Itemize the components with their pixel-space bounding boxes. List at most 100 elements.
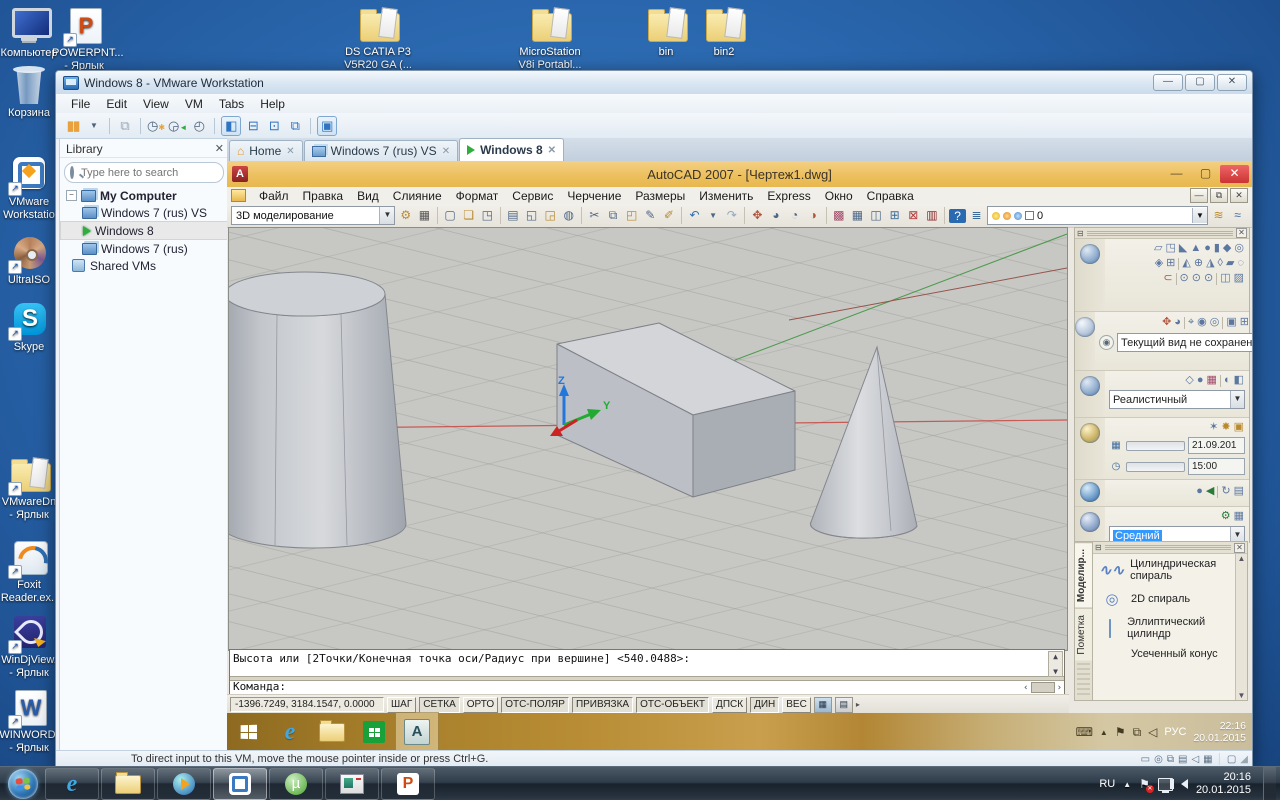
extrude-tool-icon[interactable]: ◈ xyxy=(1155,257,1163,270)
sun-date-value[interactable]: 21.09.201 xyxy=(1188,437,1245,454)
presspull-tool-icon[interactable]: ⊞ xyxy=(1166,257,1175,270)
layers-icon[interactable]: ≣ xyxy=(968,207,985,224)
drawing-viewport[interactable]: Z Y xyxy=(228,227,1068,651)
mdi-restore-button[interactable]: ⧉ xyxy=(1210,188,1228,203)
paste-icon[interactable]: ◰ xyxy=(623,207,640,224)
fly-tool-icon[interactable]: ◎ xyxy=(1210,316,1220,329)
scroll-thumb[interactable] xyxy=(1031,682,1055,693)
workspace-lock-icon[interactable]: ▦ xyxy=(416,207,433,224)
material-mapping-icon[interactable]: ↻ xyxy=(1221,485,1230,498)
wireframe-style-icon[interactable]: ◇ xyxy=(1185,374,1193,387)
collapse-icon[interactable]: − xyxy=(66,190,77,201)
vm-clock[interactable]: 22:16 20.01.2015 xyxy=(1193,720,1246,744)
material-list-icon[interactable]: ▤ xyxy=(1234,485,1244,498)
sweep-tool-icon[interactable]: ◭ xyxy=(1182,257,1190,270)
desktop-icon-skype[interactable]: S↗ Skype xyxy=(0,300,61,354)
render-window-icon[interactable]: ▦ xyxy=(1234,510,1244,523)
camera-tool-icon[interactable]: ◉ xyxy=(1197,316,1207,329)
touch-keyboard-icon[interactable]: ⌨ xyxy=(1076,725,1093,739)
action-center-icon[interactable]: ⚑ xyxy=(1115,725,1126,739)
visual-style-combo[interactable]: Реалистичный ▼ xyxy=(1109,390,1245,409)
ducs-toggle[interactable]: ДПСК xyxy=(712,697,747,713)
undo-dropdown-icon[interactable]: ▼ xyxy=(705,207,722,224)
tray-expand-icon[interactable]: ▲ xyxy=(1123,780,1131,789)
3d-make-icon[interactable] xyxy=(1080,244,1100,264)
action-center-icon[interactable]: ⚑✕ xyxy=(1139,777,1150,791)
menu-tools[interactable]: Сервис xyxy=(505,188,560,204)
menu-help[interactable]: Help xyxy=(253,95,292,113)
layer-properties-icon[interactable]: ≋ xyxy=(1210,207,1227,224)
workspace-settings-icon[interactable]: ⚙ xyxy=(397,207,414,224)
menu-insert[interactable]: Слияние xyxy=(386,188,449,204)
copy-icon[interactable]: ⧉ xyxy=(605,207,622,224)
scroll-up-icon[interactable]: ▲ xyxy=(1238,554,1246,563)
menu-help[interactable]: Справка xyxy=(860,188,921,204)
maximize-button[interactable]: ▢ xyxy=(1191,165,1220,183)
slice-tool-icon[interactable]: ◊ xyxy=(1218,257,1223,270)
search-input[interactable] xyxy=(79,166,225,180)
host-explorer-button[interactable] xyxy=(101,768,155,800)
thicken-tool-icon[interactable]: ▰ xyxy=(1226,257,1234,270)
vm-ie-button[interactable]: e xyxy=(269,713,311,751)
menu-dimension[interactable]: Размеры xyxy=(628,188,692,204)
host-language-indicator[interactable]: RU xyxy=(1099,778,1115,790)
sun-time-value[interactable]: 15:00 xyxy=(1188,458,1245,475)
host-vmware-button[interactable] xyxy=(213,768,267,800)
vmware-titlebar[interactable]: Windows 8 - VMware Workstation — ▢ ✕ xyxy=(56,71,1252,94)
tree-item-shared-vms[interactable]: Shared VMs xyxy=(60,257,228,274)
coordinates-readout[interactable]: -1396.7249, 3184.1547, 0.0000 xyxy=(230,697,384,712)
desktop-icon-ultraiso[interactable]: ↗ UltraISO xyxy=(0,233,61,287)
command-scrollbar[interactable]: ▲▼ xyxy=(1048,651,1063,677)
layout-icon[interactable]: ▤ xyxy=(835,697,853,713)
ortho-toggle[interactable]: ОРТО xyxy=(463,697,498,713)
3d-navigate-icon[interactable] xyxy=(1075,317,1095,337)
desktop-icon-powerpnt[interactable]: P↗ POWERPNT...- Ярлык xyxy=(52,6,116,73)
vm-start-button[interactable] xyxy=(227,713,269,751)
sun-status-icon[interactable]: ✸ xyxy=(1221,421,1230,434)
unity-icon[interactable]: ⧉ xyxy=(286,117,304,135)
menu-file[interactable]: File xyxy=(64,95,97,113)
block-editor-icon[interactable]: ✐ xyxy=(661,207,678,224)
materials-browser-icon[interactable]: ● xyxy=(1196,485,1203,498)
menu-express[interactable]: Express xyxy=(760,188,817,204)
minimize-button[interactable]: — xyxy=(1153,74,1183,91)
fullscreen-icon[interactable]: ⊡ xyxy=(265,117,283,135)
menu-file[interactable]: Файл xyxy=(252,188,296,204)
volume-icon[interactable] xyxy=(1181,779,1188,789)
visual-style-icon[interactable] xyxy=(1080,376,1100,396)
command-prompt[interactable]: Команда: xyxy=(233,680,286,693)
properties-icon[interactable]: ▩ xyxy=(831,207,848,224)
host-viewer-button[interactable] xyxy=(325,768,379,800)
desktop-icon-foxit[interactable]: ↗ FoxitReader.ex.. xyxy=(0,538,61,605)
model-space-icon[interactable]: ▦ xyxy=(814,697,832,713)
library-search[interactable]: ▼ xyxy=(64,162,224,183)
zoom-previous-icon[interactable]: ◑ xyxy=(805,207,822,224)
desktop-icon-bin[interactable]: bin xyxy=(634,5,698,59)
maximize-button[interactable]: ▢ xyxy=(1185,74,1215,91)
close-button[interactable]: ✕ xyxy=(1220,165,1249,183)
host-powerpoint-button[interactable]: P xyxy=(381,768,435,800)
show-desktop-button[interactable] xyxy=(1263,767,1276,800)
menu-edit[interactable]: Edit xyxy=(99,95,134,113)
union-icon[interactable]: ⊙ xyxy=(1180,272,1189,285)
pan-tool-icon[interactable]: ✥ xyxy=(1162,316,1171,329)
loft-tool-icon[interactable]: ◮ xyxy=(1206,257,1214,270)
zoom-tool-icon[interactable]: ◕ xyxy=(1174,316,1181,329)
otrack-toggle[interactable]: ОТС-ОБЪЕКТ xyxy=(636,697,709,713)
point-light-icon[interactable]: ✶ xyxy=(1209,421,1218,434)
polysolid-tool-icon[interactable]: ▱ xyxy=(1154,242,1162,255)
quickcalc-icon[interactable]: ▥ xyxy=(924,207,941,224)
revolve-tool-icon[interactable]: ⊕ xyxy=(1194,257,1203,270)
menu-tabs[interactable]: Tabs xyxy=(212,95,251,113)
menu-vm[interactable]: VM xyxy=(178,95,210,113)
volume-icon[interactable]: ◁ xyxy=(1148,725,1157,739)
lineweight-toggle[interactable]: ВЕС xyxy=(782,697,811,713)
printer-icon[interactable]: ▤ xyxy=(1178,754,1187,765)
close-button[interactable]: ✕ xyxy=(1217,74,1247,91)
usb-icon[interactable]: ▦ xyxy=(1203,754,1212,765)
host-ie-button[interactable]: e xyxy=(45,768,99,800)
redo-icon[interactable]: ↷ xyxy=(723,207,740,224)
cone-tool-icon[interactable]: ▲ xyxy=(1190,242,1201,255)
devices-icon[interactable]: ⧉ xyxy=(116,117,134,135)
walk-tool-icon[interactable]: ⌖ xyxy=(1188,316,1194,329)
